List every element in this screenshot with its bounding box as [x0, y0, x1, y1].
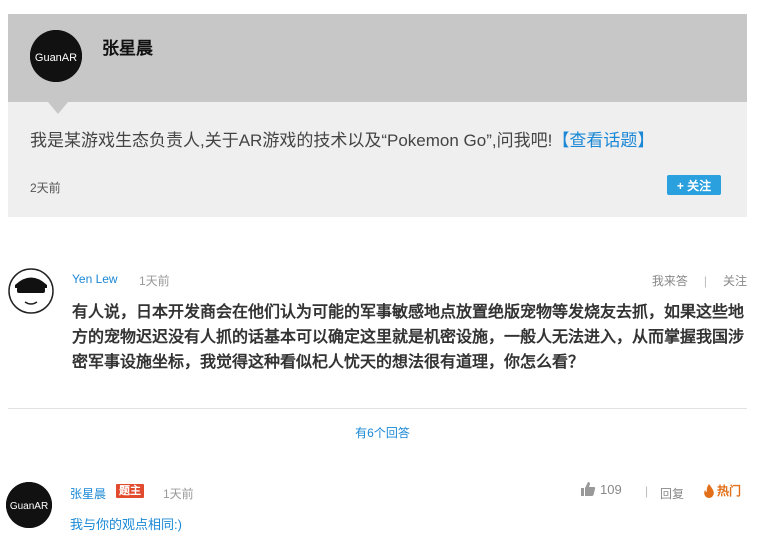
follow-button[interactable]: + 关注 — [667, 175, 721, 195]
logo-text: GuanAR — [35, 52, 77, 64]
like-count: 109 — [600, 481, 622, 497]
speech-pointer — [48, 102, 68, 114]
question-actions: 我来答 | 关注 — [652, 272, 747, 289]
topic-text: 我是某游戏生态负责人,关于AR游戏的技术以及“Pokemon Go”,问我吧! — [30, 131, 553, 150]
i-answer-link[interactable]: 我来答 — [652, 272, 688, 289]
topic-time: 2天前 — [30, 181, 61, 195]
reply-link[interactable]: 回复 — [660, 485, 684, 502]
hot-badge: 热门 — [703, 482, 741, 499]
answer-user-name[interactable]: 张星晨 — [70, 485, 106, 502]
flame-icon — [704, 483, 714, 498]
action-divider: | — [703, 273, 707, 288]
view-topic-link[interactable]: 【查看话题】 — [552, 131, 654, 150]
answer-time: 1天前 — [163, 487, 194, 501]
divider — [8, 408, 747, 409]
guanar-logo-icon: GuanAR — [30, 30, 82, 82]
host-name[interactable]: 张星晨 — [102, 34, 153, 59]
follow-question-link[interactable]: 关注 — [723, 272, 747, 289]
like-button[interactable]: 109 — [580, 481, 622, 497]
more-answers-link[interactable]: 有6个回答 — [0, 424, 765, 441]
question-time: 1天前 — [139, 274, 170, 288]
guanar-logo-icon: GuanAR — [6, 482, 52, 528]
hot-label: 热门 — [717, 484, 742, 498]
answer-user-avatar[interactable]: GuanAR — [6, 482, 52, 528]
host-badge: 题主 — [116, 484, 144, 498]
logo-text: GuanAR — [10, 501, 48, 512]
question-user-avatar[interactable] — [8, 268, 54, 314]
question-user-name[interactable]: Yen Lew — [72, 272, 118, 286]
more-answers-label[interactable]: 有6个回答 — [355, 426, 410, 440]
question-text: 有人说，日本开发商会在他们认为可能的军事敏感地点放置绝版宠物等发烧友去抓，如果这… — [72, 304, 745, 371]
topic-card: GuanAR 张星晨 我是某游戏生态负责人,关于AR游戏的技术以及“Pokemo… — [8, 14, 747, 217]
host-avatar[interactable]: GuanAR — [30, 30, 82, 82]
answer-text: 我与你的观点相同:) — [70, 517, 182, 532]
topic-description: 我是某游戏生态负责人,关于AR游戏的技术以及“Pokemon Go”,问我吧!【… — [30, 126, 654, 151]
topic-card-header: GuanAR 张星晨 — [8, 14, 747, 102]
action-divider: | — [645, 484, 649, 498]
thumbs-up-icon — [581, 482, 596, 496]
